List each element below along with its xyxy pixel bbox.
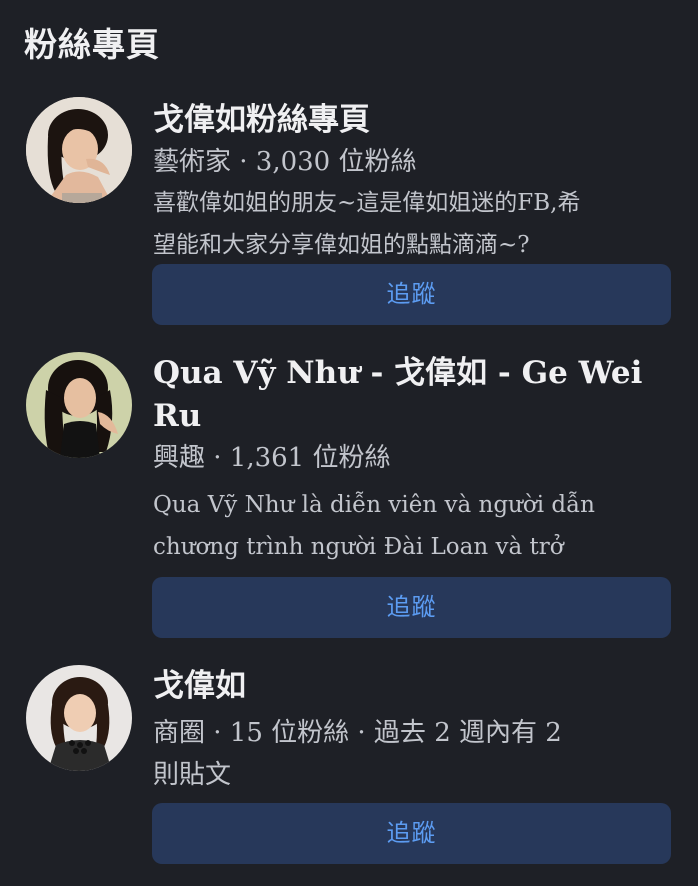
page-meta: 藝術家 · 3,030 位粉絲 xyxy=(153,147,417,177)
section-title: 粉絲專頁 xyxy=(24,25,160,64)
follow-button[interactable]: 追蹤 xyxy=(152,577,671,638)
page-description-line: 望能和大家分享偉如姐的點點滴滴~? xyxy=(153,232,530,258)
avatar[interactable] xyxy=(26,665,132,771)
page-description-line: 喜歡偉如姐的朋友~這是偉如姐迷的FB,希 xyxy=(153,190,581,216)
avatar[interactable] xyxy=(26,97,132,203)
follow-button[interactable]: 追蹤 xyxy=(152,264,671,325)
page-description: Qua Vỹ Như là diễn viên và người dẫn chư… xyxy=(153,484,668,568)
page-description-line: chương trình người Đài Loan và trở xyxy=(153,534,564,560)
page-name[interactable]: Qua Vỹ Như - 戈偉如 - Ge Wei Ru xyxy=(153,352,668,438)
page-meta: 興趣 · 1,361 位粉絲 xyxy=(153,443,391,473)
profile-photo-icon xyxy=(26,352,132,458)
page-description: 喜歡偉如姐的朋友~這是偉如姐迷的FB,希 望能和大家分享偉如姐的點點滴滴~? xyxy=(153,182,668,266)
page-description-line: Qua Vỹ Như là diễn viên và người dẫn xyxy=(153,492,595,518)
follow-button[interactable]: 追蹤 xyxy=(152,803,671,864)
page-name[interactable]: 戈偉如 xyxy=(153,665,668,708)
avatar[interactable] xyxy=(26,352,132,458)
profile-photo-icon xyxy=(26,665,132,771)
page-meta-line: 商圈 · 15 位粉絲 · 過去 2 週內有 2 xyxy=(153,718,562,748)
page-meta-line: 則貼文 xyxy=(153,760,232,790)
profile-photo-icon xyxy=(26,97,132,203)
page-name-line: Ru xyxy=(153,398,202,434)
page-name-line: Qua Vỹ Như - 戈偉如 - Ge Wei xyxy=(153,355,643,391)
page-name[interactable]: 戈偉如粉絲專頁 xyxy=(153,99,668,142)
page-meta: 商圈 · 15 位粉絲 · 過去 2 週內有 2 則貼文 xyxy=(153,711,668,795)
